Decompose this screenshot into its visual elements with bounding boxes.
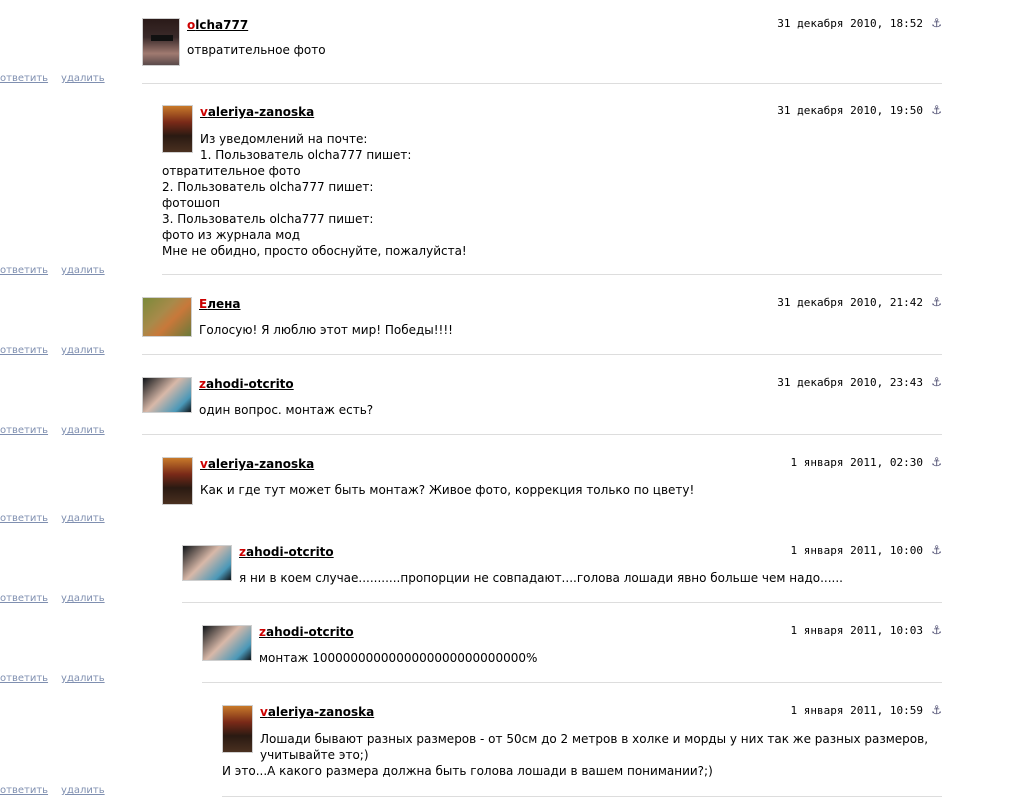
avatar[interactable] [222,705,253,753]
comment-text-continued: И это...А какого размера должна быть гол… [222,764,713,778]
comment-date: 1 января 2011, 10:03 [790,624,923,637]
delete-link[interactable]: удалить [61,673,105,684]
reply-link[interactable]: ответить [0,345,48,356]
comment-date: 31 декабря 2010, 21:42 [777,296,923,309]
avatar[interactable] [142,18,180,66]
anchor-icon[interactable]: ⚓ [931,375,942,389]
avatar[interactable] [162,457,193,505]
anchor-icon[interactable]: ⚓ [931,543,942,557]
comment-text-continued: отвратительное фото 2. Пользователь olch… [162,164,467,258]
comment-date: 1 января 2011, 02:30 [790,456,923,469]
comment-actions: ответить удалить [0,673,941,684]
divider [222,796,942,797]
comment-actions: ответить удалить [0,513,941,524]
reply-link[interactable]: ответить [0,673,48,684]
comment-text: Как и где тут может быть монтаж? Живое ф… [200,483,695,497]
comment-text: монтаж 1000000000000000000000000000% [259,651,538,665]
username-link[interactable]: valeriya-zanoska [260,705,374,719]
avatar[interactable] [142,377,192,413]
comment-actions: ответить удалить [0,425,941,436]
username-link[interactable]: olcha777 [187,18,248,32]
comment-date: 31 декабря 2010, 23:43 [777,376,923,389]
comment-text: отвратительное фото [187,43,326,57]
username-link[interactable]: valeriya-zanoska [200,457,314,471]
username-link[interactable]: Елена [199,297,241,311]
username-link[interactable]: zahodi-otcrito [259,625,354,639]
reply-link[interactable]: ответить [0,425,48,436]
avatar[interactable] [182,545,232,581]
avatar[interactable] [162,105,193,153]
delete-link[interactable]: удалить [61,265,105,276]
anchor-icon[interactable]: ⚓ [931,295,942,309]
comment-text: я ни в коем случае...........пропорции н… [239,571,843,585]
anchor-icon[interactable]: ⚓ [931,623,942,637]
comment-actions: ответить удалить [0,265,941,276]
comment-text: Лошади бывают разных размеров - от 50см … [260,732,929,762]
username-link[interactable]: zahodi-otcrito [199,377,294,391]
comment-actions: ответить удалить [0,345,941,356]
comment-actions: ответить удалить [0,73,941,84]
avatar[interactable] [202,625,252,661]
comment: valeriya-zanoska 31 декабря 2010, 19:50 … [162,103,942,275]
comment-date: 31 декабря 2010, 19:50 [777,104,923,117]
anchor-icon[interactable]: ⚓ [931,455,942,469]
delete-link[interactable]: удалить [61,785,105,796]
reply-link[interactable]: ответить [0,73,48,84]
comment-actions: ответить удалить [0,785,941,796]
reply-link[interactable]: ответить [0,513,48,524]
comment-text: Из уведомлений на почте: 1. Пользователь… [200,132,412,162]
username-link[interactable]: valeriya-zanoska [200,105,314,119]
avatar[interactable] [142,297,192,337]
comment-date: 1 января 2011, 10:59 [790,704,923,717]
sunglasses-shape [151,35,173,41]
anchor-icon[interactable]: ⚓ [931,103,942,117]
comment: valeriya-zanoska 1 января 2011, 10:59 ⚓ … [222,703,942,797]
comment-text: Голосую! Я люблю этот мир! Победы!!!! [199,323,453,337]
comment-text: один вопрос. монтаж есть? [199,403,374,417]
delete-link[interactable]: удалить [61,593,105,604]
delete-link[interactable]: удалить [61,345,105,356]
reply-link[interactable]: ответить [0,785,48,796]
anchor-icon[interactable]: ⚓ [931,16,942,30]
comment: valeriya-zanoska 1 января 2011, 02:30 ⚓ … [162,455,942,507]
reply-link[interactable]: ответить [0,593,48,604]
comment-date: 31 декабря 2010, 18:52 [777,17,923,30]
comment-actions: ответить удалить [0,593,941,604]
reply-link[interactable]: ответить [0,265,48,276]
delete-link[interactable]: удалить [61,425,105,436]
delete-link[interactable]: удалить [61,73,105,84]
delete-link[interactable]: удалить [61,513,105,524]
comment-date: 1 января 2011, 10:00 [790,544,923,557]
anchor-icon[interactable]: ⚓ [931,703,942,717]
username-link[interactable]: zahodi-otcrito [239,545,334,559]
